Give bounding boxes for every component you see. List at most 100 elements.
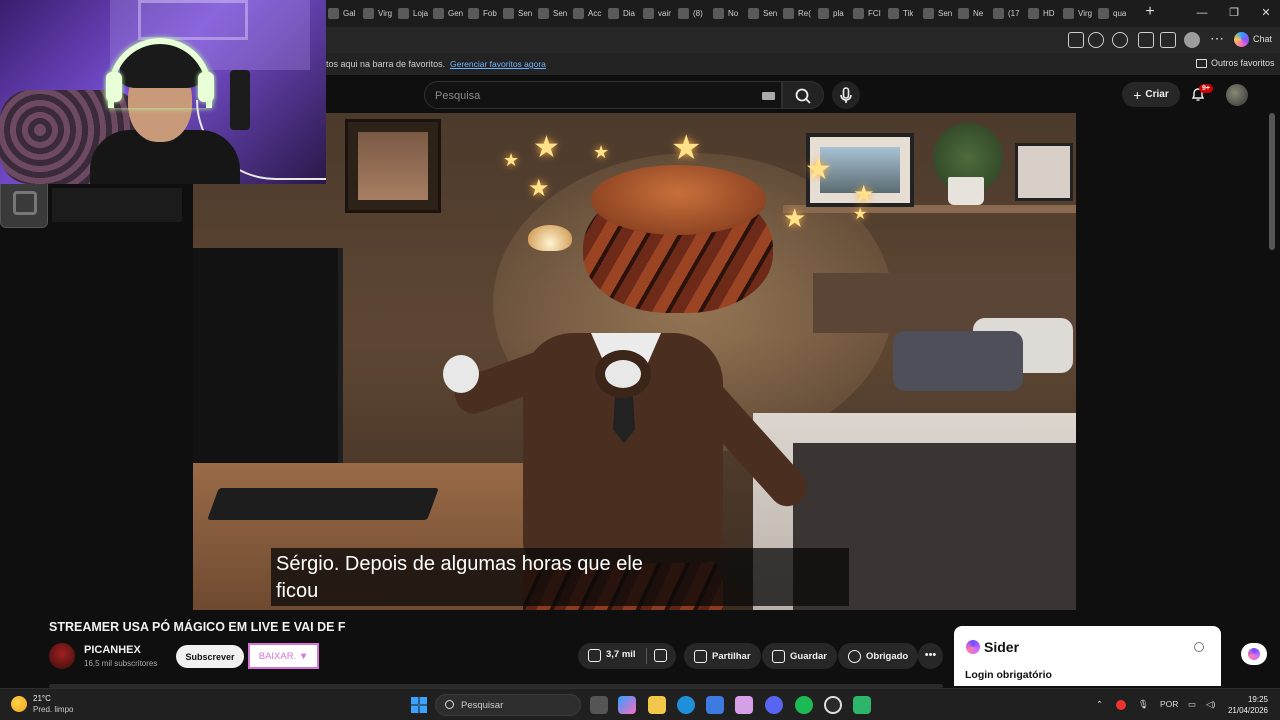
- search-input[interactable]: [433, 86, 733, 106]
- refresh-extension-icon[interactable]: [1112, 32, 1128, 48]
- channel-name[interactable]: PICANHEX: [84, 644, 141, 656]
- other-favorites-folder[interactable]: Outros favoritos: [1196, 58, 1275, 68]
- profile-avatar[interactable]: [1184, 32, 1200, 48]
- minimize-button[interactable]: —: [1192, 4, 1212, 22]
- download-button[interactable]: BAIXAR. ▼: [248, 643, 319, 669]
- browser-tab[interactable]: Ne: [958, 3, 983, 24]
- account-avatar[interactable]: [1226, 84, 1248, 106]
- browser-tab[interactable]: Gen: [433, 3, 463, 24]
- thanks-button[interactable]: Obrigado: [838, 643, 919, 669]
- copilot-app-icon[interactable]: [618, 696, 636, 714]
- manage-favorites-link[interactable]: Gerenciar favoritos agora: [450, 59, 546, 69]
- chat-label[interactable]: Chat: [1253, 34, 1272, 44]
- obs-icon[interactable]: [824, 696, 842, 714]
- file-explorer-icon[interactable]: [648, 696, 666, 714]
- video-player[interactable]: ★ ★ ★ ★ ★ ★ ★ ★ ★: [193, 113, 1076, 610]
- like-button[interactable]: 3,7 mil: [588, 649, 636, 662]
- sider-logo-icon: [966, 640, 980, 654]
- browser-tab[interactable]: No: [713, 3, 738, 24]
- browser-tab[interactable]: (17: [993, 3, 1020, 24]
- settings-icon[interactable]: [1194, 642, 1204, 652]
- weather-temperature[interactable]: 21°C: [33, 694, 51, 703]
- browser-tab[interactable]: Loja: [398, 3, 428, 24]
- notifications-badge: 9+: [1199, 84, 1213, 93]
- tab-label: Fob: [483, 9, 497, 18]
- browser-tab[interactable]: Sen: [923, 3, 952, 24]
- weather-icon[interactable]: [11, 696, 27, 712]
- spotify-icon[interactable]: [795, 696, 813, 714]
- favorites-icon[interactable]: [1160, 32, 1176, 48]
- favorite-star-icon[interactable]: [1088, 32, 1104, 48]
- tab-favicon-icon: [993, 8, 1004, 19]
- microphone-tray-icon[interactable]: 🎙: [1138, 699, 1149, 710]
- bookmarks-hint: tos aqui na barra de favoritos.: [326, 59, 446, 69]
- save-button[interactable]: Guardar: [762, 643, 837, 669]
- subscribe-button[interactable]: Subscrever: [176, 645, 244, 668]
- browser-tab[interactable]: Re(: [783, 3, 811, 24]
- tab-favicon-icon: [748, 8, 759, 19]
- photo-frame: [1015, 143, 1073, 201]
- tab-favicon-icon: [958, 8, 969, 19]
- tab-favicon-icon: [643, 8, 654, 19]
- browser-tab[interactable]: Sen: [503, 3, 532, 24]
- share-icon: [694, 649, 707, 663]
- voice-search-button[interactable]: [832, 81, 860, 109]
- extensions-icon[interactable]: [1138, 32, 1154, 48]
- volume-icon[interactable]: ◁): [1206, 699, 1215, 710]
- photos-icon[interactable]: [735, 696, 753, 714]
- sider-fab-button[interactable]: [1241, 643, 1267, 665]
- taskbar-search[interactable]: Pesquisar: [435, 694, 581, 716]
- tab-favicon-icon: [363, 8, 374, 19]
- tab-label: Virg: [378, 9, 393, 18]
- windows-start-icon[interactable]: [411, 697, 427, 713]
- side-card[interactable]: [0, 178, 48, 228]
- tab-label: HD: [1043, 9, 1055, 18]
- keyboard: [207, 488, 439, 520]
- share-button[interactable]: Partilhar: [684, 643, 761, 669]
- browser-tab[interactable]: Virg: [363, 3, 392, 24]
- keyboard-icon[interactable]: [762, 92, 775, 100]
- save-label: Guardar: [790, 650, 827, 662]
- browser-tab[interactable]: HD: [1028, 3, 1055, 24]
- maximize-button[interactable]: ❐: [1224, 4, 1244, 22]
- task-view-icon[interactable]: [590, 696, 608, 714]
- browser-menu-icon[interactable]: ⋯: [1210, 30, 1224, 47]
- discord-icon[interactable]: [765, 696, 783, 714]
- more-actions-button[interactable]: •••: [918, 643, 943, 669]
- video-caption: Sérgio. Depois de algumas horas que ele …: [271, 548, 849, 606]
- edge-browser-icon[interactable]: [677, 696, 695, 714]
- store-icon[interactable]: [706, 696, 724, 714]
- create-button[interactable]: + Criar: [1122, 82, 1180, 107]
- browser-tab[interactable]: Fob: [468, 3, 497, 24]
- app-icon[interactable]: [853, 696, 871, 714]
- show-hidden-icons[interactable]: ⌃: [1096, 699, 1103, 710]
- browser-tab[interactable]: Virg: [1063, 3, 1092, 24]
- browser-tab[interactable]: vair: [643, 3, 671, 24]
- login-required-text: Login obrigatório: [965, 669, 1052, 681]
- tray-app-icon[interactable]: [1116, 700, 1126, 710]
- system-clock[interactable]: 19:25 21/04/2026: [1226, 694, 1268, 716]
- new-tab-button[interactable]: +: [1143, 4, 1157, 21]
- browser-tab[interactable]: FCI: [853, 3, 881, 24]
- thumbs-down-icon[interactable]: [654, 649, 667, 662]
- channel-avatar[interactable]: [49, 643, 75, 669]
- browser-tab[interactable]: Acc: [573, 3, 601, 24]
- browser-tab[interactable]: qua: [1098, 3, 1126, 24]
- language-indicator[interactable]: POR: [1160, 699, 1178, 709]
- split-screen-icon[interactable]: [1068, 32, 1084, 48]
- search-button[interactable]: [782, 81, 824, 109]
- browser-tab[interactable]: Tik: [888, 3, 913, 24]
- browser-tab[interactable]: pla: [818, 3, 844, 24]
- browser-tab[interactable]: Sen: [538, 3, 567, 24]
- star-icon: ★: [783, 203, 807, 233]
- browser-tab[interactable]: Gal: [328, 3, 355, 24]
- browser-tab[interactable]: (8): [678, 3, 703, 24]
- browser-tab[interactable]: Dia: [608, 3, 635, 24]
- weather-description[interactable]: Pred. limpo: [33, 705, 73, 714]
- browser-tab[interactable]: Sen: [748, 3, 777, 24]
- page-scrollbar[interactable]: [1269, 113, 1275, 250]
- copilot-icon[interactable]: [1234, 32, 1249, 47]
- tab-favicon-icon: [853, 8, 864, 19]
- network-icon[interactable]: ▭: [1188, 699, 1196, 710]
- close-window-button[interactable]: ✕: [1256, 4, 1276, 22]
